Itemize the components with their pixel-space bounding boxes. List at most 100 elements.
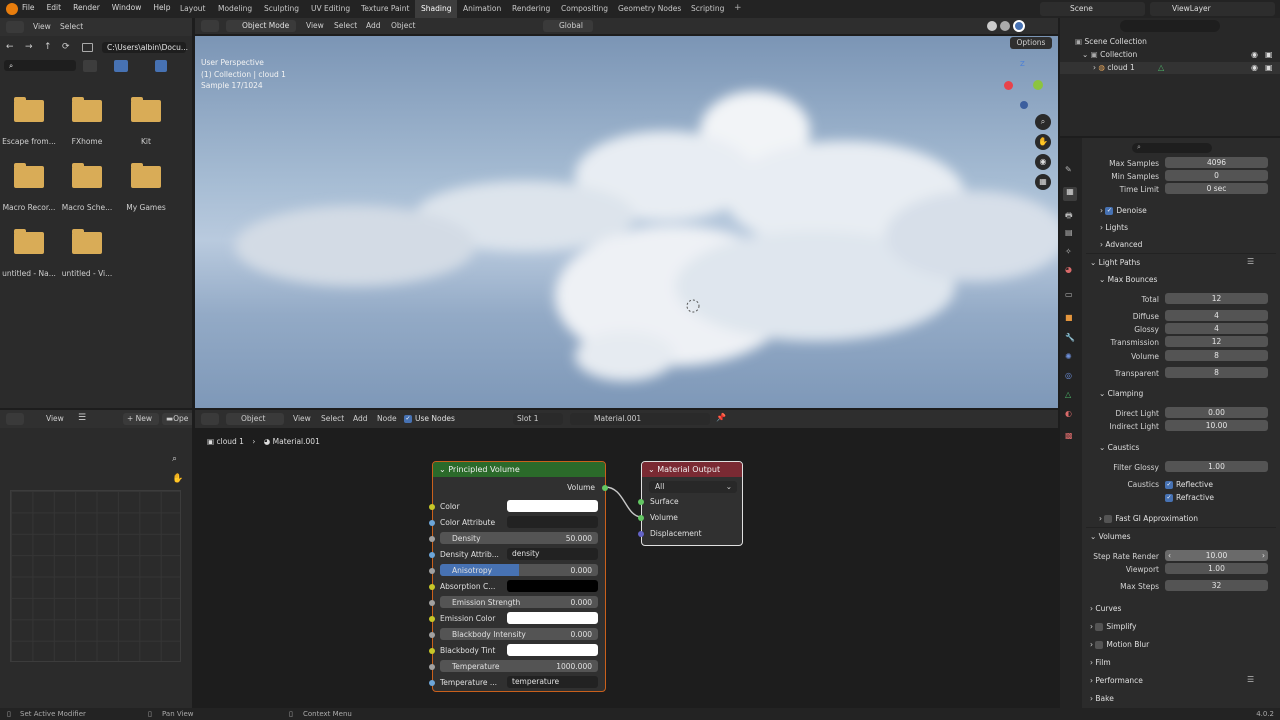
pan-hand-icon[interactable]: ✋	[1035, 134, 1051, 150]
collection-tab-icon[interactable]: ▭	[1065, 290, 1073, 299]
grid-view-icon[interactable]: ▦	[1035, 174, 1051, 190]
texture-tab-icon[interactable]: ▩	[1065, 431, 1073, 440]
options-button[interactable]: Options	[1010, 37, 1052, 49]
file-select-menu[interactable]: Select	[60, 22, 83, 31]
list-options-icon[interactable]: ☰	[1247, 257, 1254, 266]
material-output-node[interactable]: ⌄ Material Output All ⌄ Surface Volume Di…	[638, 461, 743, 546]
parent-dir-icon[interactable]: ↑	[44, 42, 52, 52]
target-selector[interactable]: All ⌄	[649, 481, 737, 493]
folder-icon[interactable]	[131, 97, 161, 122]
advanced-subpanel[interactable]: › Advanced	[1100, 240, 1142, 249]
shading-material-icon[interactable]	[1000, 21, 1010, 31]
input-socket[interactable]	[429, 520, 435, 526]
node-view-menu[interactable]: View	[293, 414, 311, 423]
max-bounces-subpanel[interactable]: ⌄ Max Bounces	[1099, 275, 1157, 284]
node-select-menu[interactable]: Select	[321, 414, 344, 423]
viewport-select-menu[interactable]: Select	[334, 21, 357, 30]
bake-panel[interactable]: › Bake	[1090, 694, 1114, 703]
input-socket[interactable]	[429, 632, 435, 638]
folder-icon[interactable]	[14, 163, 44, 188]
file-item[interactable]: FXhome	[57, 137, 117, 146]
node-title-bar[interactable]: ⌄ Principled Volume	[433, 462, 605, 477]
max-samples-field[interactable]: 4096	[1165, 157, 1268, 168]
image-pan-icon[interactable]: ✋	[172, 474, 183, 484]
outliner-object[interactable]: › ◍ cloud 1	[1093, 63, 1135, 72]
viewport-object-menu[interactable]: Object	[391, 21, 415, 30]
motion-blur-panel[interactable]: › Motion Blur	[1090, 640, 1149, 649]
motion-blur-checkbox[interactable]	[1095, 641, 1104, 649]
view-layer-selector[interactable]: ViewLayer	[1150, 2, 1275, 16]
pin-icon[interactable]: 📌	[716, 413, 726, 422]
color-swatch[interactable]	[507, 644, 598, 656]
max-steps-field[interactable]: 32	[1165, 580, 1268, 591]
denoise-subpanel[interactable]: › ✓ Denoise	[1100, 206, 1147, 215]
display-list-icon[interactable]	[83, 60, 97, 72]
menu-render[interactable]: Render	[73, 3, 100, 12]
breadcrumb-object[interactable]: cloud 1	[216, 437, 243, 446]
properties-search[interactable]: ⌕	[1132, 143, 1212, 153]
menu-help[interactable]: Help	[153, 3, 170, 12]
light-paths-panel[interactable]: ⌄ Light Paths	[1090, 258, 1140, 267]
input-socket[interactable]	[429, 600, 435, 606]
file-item[interactable]: Kit	[116, 137, 176, 146]
clamping-subpanel[interactable]: ⌄ Clamping	[1099, 389, 1143, 398]
slot-selector[interactable]: Slot 1	[513, 413, 563, 425]
anisotropy-slider[interactable]: Anisotropy 0.000	[440, 564, 598, 576]
filter-search-input[interactable]: ⌕	[4, 60, 76, 71]
density-attribute-field[interactable]: density	[507, 548, 598, 560]
bounce-diffuse-field[interactable]: 4	[1165, 310, 1268, 321]
increment-icon[interactable]: ›	[1262, 550, 1268, 561]
outliner-scene-collection[interactable]: ▣ Scene Collection	[1075, 37, 1147, 46]
min-samples-field[interactable]: 0	[1165, 170, 1268, 181]
tab-uv-editing[interactable]: UV Editing	[305, 0, 356, 18]
folder-icon[interactable]	[72, 163, 102, 188]
file-view-menu[interactable]: View	[33, 22, 51, 31]
image-menu-icon[interactable]: ☰	[78, 413, 86, 423]
tab-layout[interactable]: Layout	[174, 0, 212, 18]
node-add-menu[interactable]: Add	[353, 414, 368, 423]
temperature-attribute-field[interactable]: temperature	[507, 676, 598, 688]
outliner-collection[interactable]: ⌄ ▣ Collection	[1082, 50, 1137, 59]
caustics-subpanel[interactable]: ⌄ Caustics	[1099, 443, 1139, 452]
image-zoom-icon[interactable]: ⌕	[172, 454, 177, 464]
color-swatch[interactable]	[507, 500, 598, 512]
volume-input-socket[interactable]	[638, 515, 644, 521]
image-view-menu[interactable]: View	[46, 414, 64, 423]
bounce-glossy-field[interactable]: 4	[1165, 323, 1268, 334]
folder-icon[interactable]	[14, 97, 44, 122]
folder-icon[interactable]	[131, 163, 161, 188]
tab-sculpting[interactable]: Sculpting	[258, 0, 305, 18]
viewport-3d[interactable]	[195, 36, 1058, 408]
refractive-checkbox[interactable]: ✓ Refractive	[1165, 493, 1214, 502]
image-editor-type-icon[interactable]	[6, 413, 24, 425]
bounce-volume-field[interactable]: 8	[1165, 350, 1268, 361]
lights-subpanel[interactable]: › Lights	[1100, 223, 1128, 232]
simplify-checkbox[interactable]	[1095, 623, 1104, 631]
color-swatch[interactable]	[507, 580, 598, 592]
viewport-editor-icon[interactable]	[201, 20, 219, 32]
visibility-eye-icon[interactable]: ◉	[1251, 63, 1258, 72]
input-socket[interactable]	[429, 680, 435, 686]
render-camera-icon[interactable]: ▣	[1265, 63, 1273, 72]
input-socket[interactable]	[429, 504, 435, 510]
temperature-field[interactable]: Temperature 1000.000	[440, 660, 598, 672]
navigation-gizmo[interactable]: Z	[1002, 60, 1046, 116]
volume-output-socket[interactable]	[602, 485, 608, 491]
folder-icon[interactable]	[72, 97, 102, 122]
constraint-tab-icon[interactable]: △	[1065, 390, 1071, 399]
object-tab-icon[interactable]: ■	[1065, 313, 1073, 322]
simplify-panel[interactable]: › Simplify	[1090, 622, 1136, 631]
tab-texture-paint[interactable]: Texture Paint	[355, 0, 415, 18]
bounce-transparent-field[interactable]: 8	[1165, 367, 1268, 378]
tab-scripting[interactable]: Scripting	[685, 0, 730, 18]
input-socket[interactable]	[429, 664, 435, 670]
render-camera-icon[interactable]: ▣	[1265, 50, 1273, 59]
mode-selector[interactable]: Object Mode	[226, 20, 296, 32]
principled-volume-node[interactable]: ⌄ Principled Volume Volume Color Color A…	[429, 461, 608, 692]
node-editor[interactable]	[195, 410, 1058, 708]
tab-compositing[interactable]: Compositing	[555, 0, 614, 18]
node-title-bar[interactable]: ⌄ Material Output	[642, 462, 742, 477]
output-tab-icon[interactable]: 🖶	[1065, 210, 1073, 224]
fast-gi-subpanel[interactable]: › Fast GI Approximation	[1099, 514, 1198, 523]
file-item[interactable]: untitled - Na...	[0, 269, 59, 278]
